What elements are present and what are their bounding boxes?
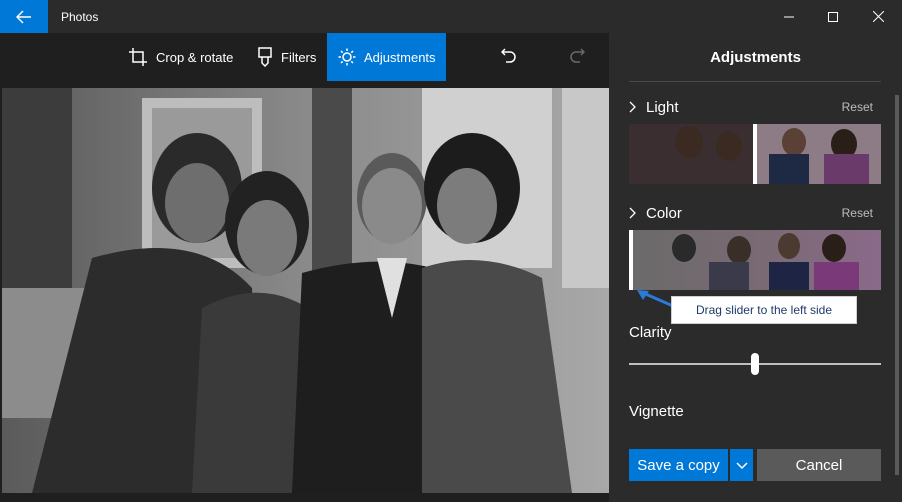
back-arrow-icon	[16, 9, 31, 24]
close-button[interactable]	[855, 0, 901, 33]
minimize-button[interactable]	[766, 0, 812, 33]
chevron-right-icon	[629, 207, 636, 219]
cancel-button[interactable]: Cancel	[757, 449, 881, 481]
edit-toolbar: Crop & rotate Filters Adjustments	[0, 33, 609, 81]
redo-button[interactable]	[562, 41, 592, 71]
light-thumbnails	[629, 124, 881, 184]
maximize-button[interactable]	[810, 0, 856, 33]
light-section-header[interactable]: Light Reset	[629, 97, 873, 117]
clarity-slider-thumb[interactable]	[751, 353, 759, 375]
filters-button[interactable]: Filters	[257, 33, 316, 81]
crop-rotate-button[interactable]: Crop & rotate	[128, 33, 233, 81]
undo-button[interactable]	[494, 41, 524, 71]
color-label: Color	[646, 204, 682, 222]
light-slider-strip[interactable]	[629, 124, 881, 184]
brightness-icon	[338, 48, 356, 66]
undo-icon	[501, 48, 516, 63]
adjustments-panel: Adjustments Light Reset Color Reset Drag…	[609, 33, 902, 502]
title-bar: Photos	[0, 0, 902, 33]
panel-scrollbar[interactable]	[895, 95, 899, 475]
filters-icon	[258, 47, 272, 67]
minimize-icon	[784, 16, 794, 17]
crop-icon	[129, 48, 147, 66]
vignette-label: Vignette	[629, 403, 684, 420]
photo-image	[2, 88, 609, 493]
light-reset-link[interactable]: Reset	[842, 100, 873, 114]
adjustments-label: Adjustments	[364, 49, 436, 65]
filters-label: Filters	[281, 49, 317, 65]
panel-divider	[629, 81, 881, 82]
save-copy-button[interactable]: Save a copy	[629, 449, 728, 481]
slider-hint-tooltip: Drag slider to the left side	[671, 296, 857, 324]
chevron-right-icon	[629, 101, 636, 113]
panel-title: Adjustments	[710, 49, 801, 66]
photo-preview[interactable]	[2, 88, 609, 493]
maximize-icon	[828, 11, 838, 22]
color-reset-link[interactable]: Reset	[842, 206, 873, 220]
color-slider-strip[interactable]	[629, 230, 881, 290]
app-title: Photos	[61, 9, 99, 24]
chevron-down-icon	[735, 461, 748, 469]
color-thumbnails	[629, 230, 881, 290]
redo-icon	[570, 48, 585, 63]
clarity-label: Clarity	[629, 324, 672, 341]
crop-rotate-label: Crop & rotate	[156, 49, 234, 65]
light-label: Light	[646, 98, 679, 116]
close-icon	[872, 11, 884, 22]
back-button[interactable]	[0, 0, 48, 33]
color-section-header[interactable]: Color Reset	[629, 203, 873, 223]
color-slider-thumb	[629, 230, 633, 290]
adjustments-button[interactable]: Adjustments	[327, 33, 446, 81]
save-options-dropdown[interactable]	[730, 449, 753, 481]
